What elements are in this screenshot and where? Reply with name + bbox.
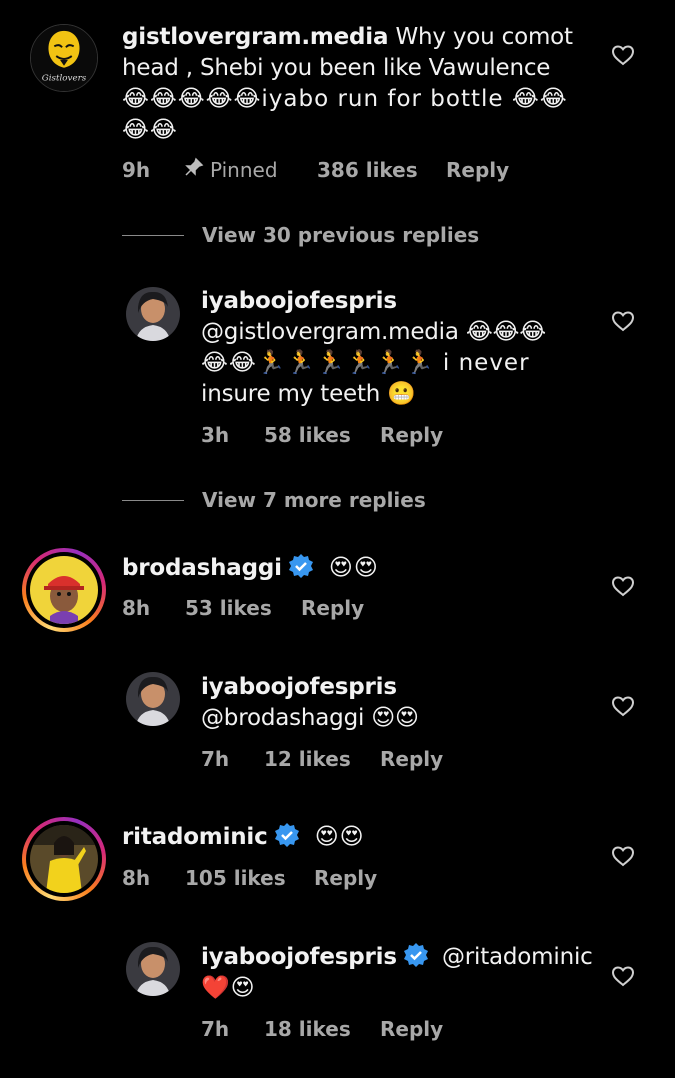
avatar-ritadominic[interactable]	[30, 825, 98, 893]
profile-photo-icon	[30, 825, 98, 893]
story-ring[interactable]	[22, 548, 106, 632]
reply-time: 7h	[201, 747, 230, 771]
comment-likes[interactable]: 105 likes	[185, 866, 314, 890]
avatar-iyaboojofespris[interactable]	[126, 287, 180, 341]
comment-time: 8h	[122, 596, 151, 620]
reply-text-1: @gistlovergram.media 😂😂😂	[201, 319, 546, 345]
like-heart-icon[interactable]	[611, 310, 635, 332]
comment-text-4: 😂😂	[122, 117, 178, 143]
pinned-label: Pinned	[210, 157, 278, 182]
reply-text-1: @brodashaggi 😍😍	[201, 705, 419, 731]
comment-username[interactable]: ritadominic	[122, 824, 268, 850]
reply-button[interactable]: Reply	[380, 747, 443, 771]
story-ring[interactable]	[22, 817, 106, 901]
reply-username[interactable]: iyaboojofespris	[201, 944, 397, 970]
reply-username[interactable]: iyaboojofespris	[201, 288, 397, 314]
gistlovers-logo-text: Gistlovers	[42, 73, 87, 83]
view-previous-replies[interactable]: View 30 previous replies	[122, 223, 479, 247]
avatar-iyaboojofespris[interactable]	[126, 942, 180, 996]
reply-button[interactable]: Reply	[380, 423, 443, 447]
reply-time: 3h	[201, 423, 230, 447]
reply-text-2: ❤️😍	[201, 975, 256, 1001]
view-more-replies[interactable]: View 7 more replies	[122, 488, 426, 512]
avatar-gistlovers[interactable]: Gistlovers	[30, 24, 98, 92]
comment-body: gistlovergram.media Why you comot head ,…	[122, 22, 592, 146]
reply-username[interactable]: iyaboojofespris	[201, 674, 397, 700]
reply-time: 7h	[201, 1017, 230, 1041]
reply-button[interactable]: Reply	[446, 158, 509, 182]
divider-line	[122, 234, 184, 236]
pin-icon	[184, 157, 210, 182]
comment-emojis: 😍😍	[314, 824, 365, 850]
cartoon-avatar-icon	[30, 556, 98, 624]
reply-button[interactable]: Reply	[314, 866, 377, 890]
comment-time: 8h	[122, 866, 151, 890]
comment-body: brodashaggi 😍😍	[122, 553, 592, 584]
view-previous-label[interactable]: View 30 previous replies	[202, 223, 479, 247]
like-heart-icon[interactable]	[611, 695, 635, 717]
reply-meta: 7h 12 likes Reply	[201, 747, 443, 771]
reply-text-3: insure my teeth 😬	[201, 381, 416, 407]
comment-likes[interactable]: 53 likes	[185, 596, 301, 620]
avatar-brodashaggi[interactable]	[30, 556, 98, 624]
comment-meta: 8h 53 likes Reply	[122, 596, 364, 620]
comment-text-1: Why you comot	[388, 24, 573, 50]
comment-username[interactable]: gistlovergram.media	[122, 24, 389, 50]
reply-meta: 3h 58 likes Reply	[201, 423, 443, 447]
comment-username[interactable]: brodashaggi	[122, 555, 282, 581]
comment-meta: 8h 105 likes Reply	[122, 866, 377, 890]
comment-text-2: head , Shebi you been like Vawulence	[122, 55, 551, 81]
like-heart-icon[interactable]	[611, 575, 635, 597]
reply-body: iyaboojofespris @ritadominic ❤️😍	[201, 942, 601, 1004]
reply-body: iyaboojofespris @brodashaggi 😍😍	[201, 672, 591, 734]
reply-text-2: 😂😂🏃🏃🏃🏃🏃🏃 i never	[201, 350, 530, 376]
avatar-iyaboojofespris[interactable]	[126, 672, 180, 726]
comment-meta: 9h Pinned 386 likes Reply	[122, 157, 509, 182]
reply-body: iyaboojofespris @gistlovergram.media 😂😂😂…	[201, 286, 591, 410]
reply-likes[interactable]: 18 likes	[264, 1017, 380, 1041]
comment-likes[interactable]: 386 likes	[317, 158, 446, 182]
like-heart-icon[interactable]	[611, 845, 635, 867]
reply-mention[interactable]: @ritadominic	[442, 944, 593, 970]
comment-emojis: 😍😍	[328, 555, 379, 581]
reply-likes[interactable]: 12 likes	[264, 747, 380, 771]
reply-button[interactable]: Reply	[301, 596, 364, 620]
comment-time: 9h	[122, 157, 151, 182]
like-heart-icon[interactable]	[611, 965, 635, 987]
profile-photo-icon	[126, 672, 180, 726]
like-heart-icon[interactable]	[611, 44, 635, 66]
comment-body: ritadominic 😍😍	[122, 822, 592, 853]
view-more-label[interactable]: View 7 more replies	[202, 488, 426, 512]
reply-likes[interactable]: 58 likes	[264, 423, 380, 447]
comment-text-3: 😂😂😂😂😂iyabo run for bottle 😂😂	[122, 86, 568, 112]
reply-button[interactable]: Reply	[380, 1017, 443, 1041]
gistlovers-logo-icon: Gistlovers	[31, 25, 97, 91]
divider-line	[122, 499, 184, 501]
reply-meta: 7h 18 likes Reply	[201, 1017, 443, 1041]
verified-badge-icon	[403, 942, 429, 968]
profile-photo-icon	[126, 287, 180, 341]
profile-photo-icon	[126, 942, 180, 996]
verified-badge-icon	[274, 822, 300, 848]
verified-badge-icon	[288, 553, 314, 579]
